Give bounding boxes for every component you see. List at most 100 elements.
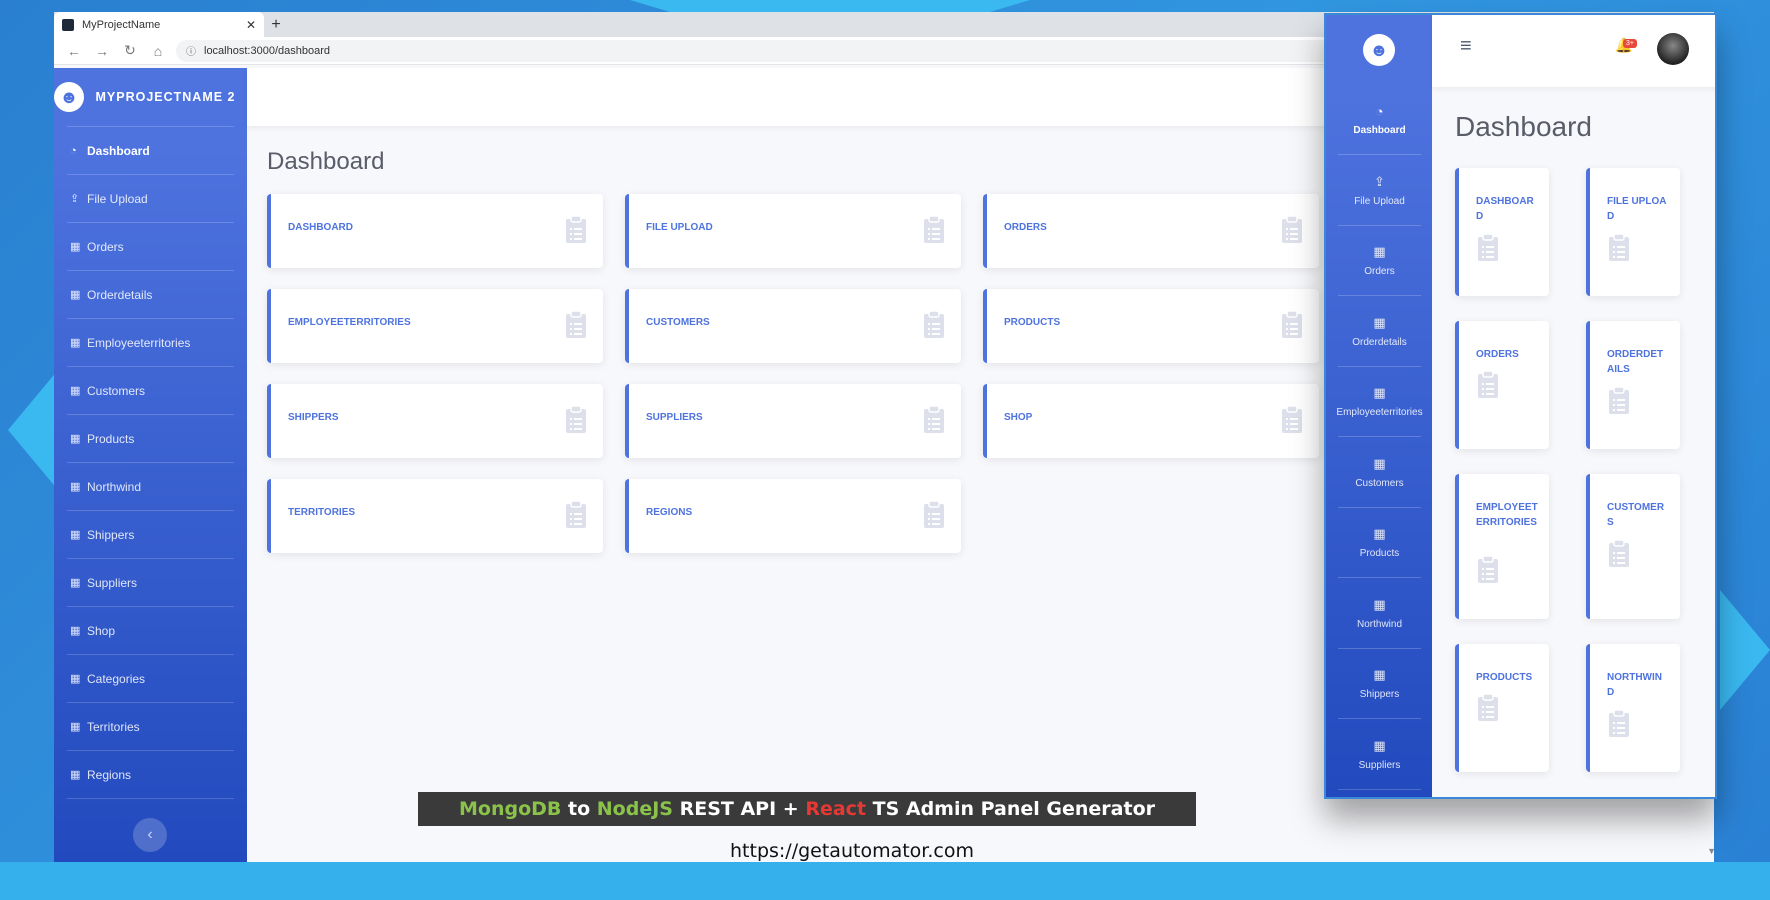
table-icon: ▦	[70, 529, 81, 541]
sidebar-item-employeeterritories[interactable]: ▦ Employeeterritories	[67, 318, 234, 366]
mobile-dashboard-card[interactable]: CUSTOMERS	[1586, 474, 1680, 619]
dashboard-card[interactable]: TERRITORIES	[267, 479, 603, 553]
mobile-nav-label: File Upload	[1354, 195, 1405, 207]
mobile-dashboard-card[interactable]: EMPLOYEETERRITORIES	[1455, 474, 1549, 619]
sidebar-item-shop[interactable]: ▦ Shop	[67, 606, 234, 654]
mobile-nav-item-file-upload[interactable]: ⇪ File Upload	[1338, 156, 1421, 226]
mobile-nav-label: Northwind	[1356, 618, 1403, 630]
dashboard-card[interactable]: SHOP	[983, 384, 1319, 458]
sidebar-item-suppliers[interactable]: ▦ Suppliers	[67, 558, 234, 606]
back-icon[interactable]: ←	[64, 43, 84, 59]
mobile-nav-item-suppliers[interactable]: ▦ Suppliers	[1338, 720, 1421, 790]
new-tab-button[interactable]: +	[264, 12, 288, 37]
mobile-preview: ☻ ◔ Dashboard ⇪ File Upload ▦ Orders ▦ Orderdet…	[1324, 13, 1717, 799]
banner-mongodb: MongoDB	[458, 798, 562, 820]
background-shape	[8, 370, 58, 490]
dashboard-card[interactable]: SUPPLIERS	[625, 384, 961, 458]
sidebar-item-products[interactable]: ▦ Products	[67, 414, 234, 462]
dashboard-icon: ◔	[1375, 103, 1384, 119]
mobile-nav-label: Products	[1359, 548, 1400, 559]
upload-icon: ⇪	[1374, 173, 1385, 189]
sidebar-item-label: Categories	[87, 671, 146, 686]
mobile-nav-item-orders[interactable]: ▦ Orders	[1338, 226, 1421, 296]
table-icon: ▦	[70, 337, 81, 349]
table-icon: ▦	[1373, 526, 1386, 541]
sidebar-item-categories[interactable]: ▦ Categories	[67, 654, 234, 702]
banner-text: TS Admin Panel Generator	[866, 798, 1155, 820]
sidebar-item-shippers[interactable]: ▦ Shippers	[67, 510, 234, 558]
table-icon: ▦	[70, 673, 81, 685]
url-text: localhost:3000/dashboard	[204, 44, 330, 57]
sidebar-item-territories[interactable]: ▦ Territories	[67, 702, 234, 750]
mobile-nav-label: Orderdetails	[1352, 336, 1407, 348]
dashboard-card[interactable]: CUSTOMERS	[625, 289, 961, 363]
sidebar-nav: ◔ Dashboard ⇪ File Upload ▦ Orders ▦ Orderdetai…	[54, 126, 247, 798]
sidebar-item-label: Northwind	[87, 479, 142, 494]
clipboard-list-icon	[923, 215, 945, 244]
mobile-dashboard-card[interactable]: DASHBOARD	[1455, 168, 1549, 296]
clipboard-list-icon	[565, 215, 587, 244]
sidebar-brand[interactable]: ☻ MYPROJECTNAME 2	[54, 68, 247, 126]
mobile-nav-item-dashboard[interactable]: ◔ Dashboard	[1338, 85, 1421, 155]
sidebar-item-customers[interactable]: ▦ Customers	[67, 366, 234, 414]
scroll-down-icon[interactable]: ▼	[1707, 846, 1716, 856]
browser-tab[interactable]: MyProjectName ✕	[54, 12, 264, 37]
dashboard-card[interactable]: ORDERS	[983, 194, 1319, 268]
dashboard-card[interactable]: DASHBOARD	[267, 194, 603, 268]
home-icon[interactable]: ⌂	[148, 43, 168, 59]
mobile-dashboard-card[interactable]: ORDERDETAILS	[1586, 321, 1680, 449]
menu-icon[interactable]: ≡	[1460, 35, 1472, 58]
sidebar-item-northwind[interactable]: ▦ Northwind	[67, 462, 234, 510]
mobile-nav-item-products[interactable]: ▦ Products	[1338, 508, 1421, 578]
mobile-nav-item-customers[interactable]: ▦ Customers	[1338, 438, 1421, 508]
logo-icon[interactable]: ☻	[1363, 34, 1395, 66]
dashboard-card[interactable]: FILE UPLOAD	[625, 194, 961, 268]
sidebar-item-file-upload[interactable]: ⇪ File Upload	[67, 174, 234, 222]
sidebar-item-orders[interactable]: ▦ Orders	[67, 222, 234, 270]
sidebar-item-label: Products	[87, 431, 135, 446]
clipboard-list-icon	[1608, 709, 1630, 738]
avatar[interactable]	[1657, 33, 1689, 65]
table-icon: ▦	[70, 433, 81, 445]
mobile-nav-item-northwind[interactable]: ▦ Northwind	[1338, 579, 1421, 649]
clipboard-list-icon	[1608, 233, 1630, 262]
forward-icon[interactable]: →	[92, 43, 112, 59]
mobile-dashboard-card[interactable]: FILE UPLOAD	[1586, 168, 1680, 296]
card-label: SHIPPERS	[288, 412, 339, 423]
table-icon: ▦	[1373, 737, 1386, 753]
sidebar-toggle-button[interactable]: ‹	[133, 818, 167, 852]
reload-icon[interactable]: ↻	[120, 42, 140, 59]
dashboard-card[interactable]: PRODUCTS	[983, 289, 1319, 363]
card-label: FILE UPLOAD	[646, 222, 713, 233]
table-icon: ▦	[1373, 314, 1386, 330]
mobile-nav-label: Shippers	[1359, 689, 1400, 700]
clipboard-list-icon	[923, 500, 945, 529]
card-label: TERRITORIES	[288, 507, 356, 518]
close-tab-icon[interactable]: ✕	[246, 18, 256, 32]
mobile-nav-item-shippers[interactable]: ▦ Shippers	[1338, 649, 1421, 719]
divider	[67, 798, 234, 799]
mobile-nav-item-orderdetails[interactable]: ▦ Orderdetails	[1338, 297, 1421, 367]
table-icon: ▦	[1373, 667, 1386, 682]
dashboard-card[interactable]: SHIPPERS	[267, 384, 603, 458]
dashboard-card[interactable]: REGIONS	[625, 479, 961, 553]
sidebar-item-orderdetails[interactable]: ▦ Orderdetails	[67, 270, 234, 318]
mobile-sidebar: ☻ ◔ Dashboard ⇪ File Upload ▦ Orders ▦ Orderdet…	[1326, 15, 1432, 797]
clipboard-list-icon	[1477, 555, 1499, 584]
sidebar-item-regions[interactable]: ▦ Regions	[67, 750, 234, 798]
sidebar-item-dashboard[interactable]: ◔ Dashboard	[67, 126, 234, 174]
dashboard-card[interactable]: EMPLOYEETERRITORIES	[267, 289, 603, 363]
mobile-dashboard-card[interactable]: PRODUCTS	[1455, 644, 1549, 772]
info-icon[interactable]: ⓘ	[186, 43, 196, 58]
mobile-dashboard-card[interactable]: ORDERS	[1455, 321, 1549, 449]
card-label: REGIONS	[646, 507, 693, 518]
card-label: EMPLOYEETERRITORIES	[1476, 502, 1538, 528]
mobile-dashboard-card[interactable]: NORTHWIND	[1586, 644, 1680, 772]
mobile-nav-label: Orders	[1364, 266, 1395, 277]
mobile-nav-item-employeeterritories[interactable]: ▦ Employeeterritories	[1336, 367, 1423, 437]
banner-text: to	[561, 798, 597, 820]
favicon-icon	[62, 18, 74, 31]
card-label: SUPPLIERS	[646, 412, 703, 423]
card-label: CUSTOMERS	[1607, 502, 1665, 528]
dashboard-icon: ◔	[70, 144, 77, 157]
